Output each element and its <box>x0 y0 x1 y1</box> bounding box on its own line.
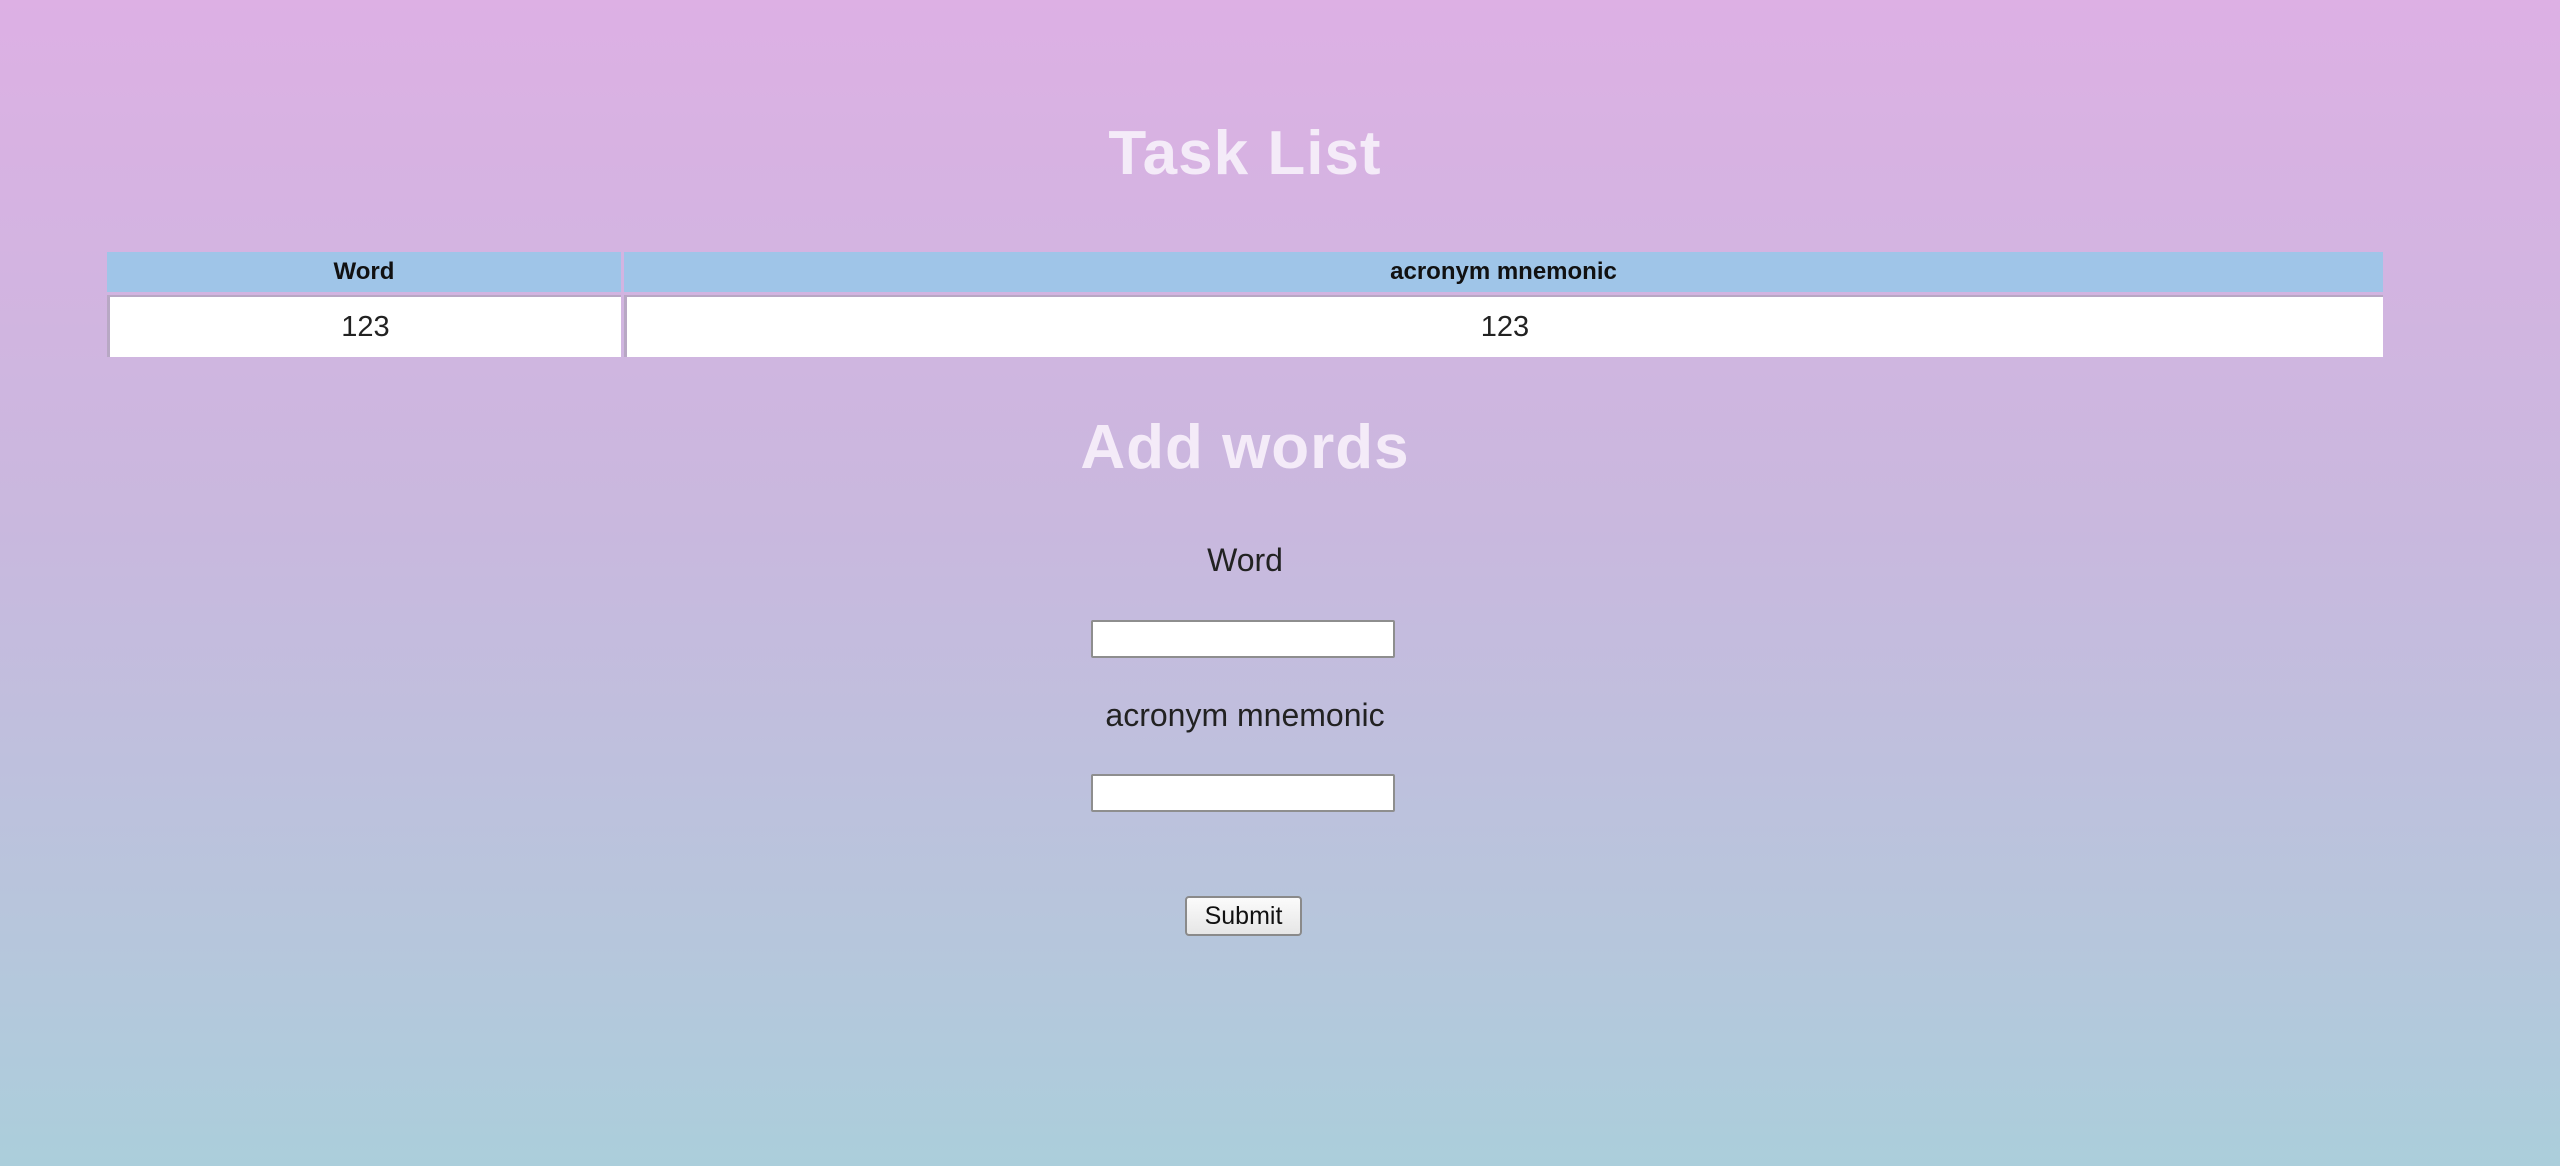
task-table: Word acronym mnemonic 123 123 <box>104 249 2386 360</box>
acronym-mnemonic-label: acronym mnemonic <box>1105 697 1385 733</box>
word-input[interactable] <box>1091 620 1395 658</box>
table-cell-word: 123 <box>107 295 621 357</box>
add-words-title: Add words <box>1080 413 1410 482</box>
page-title: Task List <box>1108 119 1382 188</box>
table-header-row: Word acronym mnemonic <box>107 252 2383 292</box>
table-row: 123 123 <box>107 295 2383 357</box>
column-header-acronym-mnemonic: acronym mnemonic <box>624 252 2383 292</box>
column-header-word: Word <box>107 252 621 292</box>
acronym-mnemonic-input[interactable] <box>1091 774 1395 812</box>
word-label: Word <box>1207 542 1283 578</box>
submit-button[interactable]: Submit <box>1185 896 1302 936</box>
table-cell-acronym-mnemonic: 123 <box>624 295 2383 357</box>
